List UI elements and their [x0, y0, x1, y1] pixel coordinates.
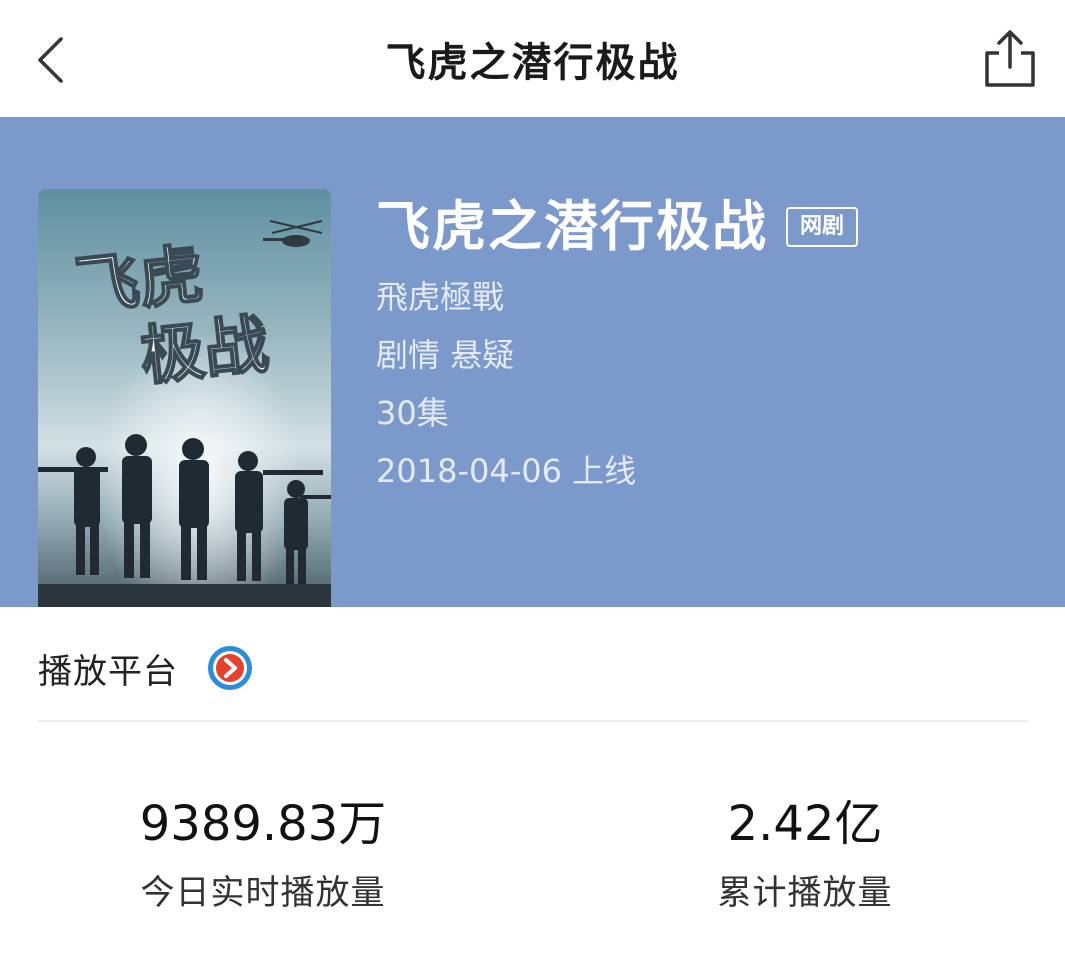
total-plays-value: 2.42亿	[727, 796, 883, 852]
alt-title: 飛虎極戰	[376, 278, 505, 316]
youku-play-icon[interactable]	[206, 644, 254, 692]
poster-title-line1: 飞虎	[72, 238, 207, 325]
poster-image[interactable]: 飞虎 极战	[38, 189, 331, 607]
top-nav-bar: 飞虎之潜行极战	[0, 0, 1065, 117]
share-button[interactable]	[976, 24, 1044, 94]
divider	[38, 720, 1028, 722]
release-date: 2018-04-06 上线	[376, 452, 637, 490]
drama-detail-page: 飞虎之潜行极战 飞虎 极战 飞虎之潜行极战 网剧 飛虎極戰 剧情 悬疑 30集 …	[0, 0, 1065, 973]
today-plays-value: 9389.83万	[139, 796, 387, 852]
total-plays-stat: 2.42亿 累计播放量	[615, 795, 995, 914]
type-tag: 网剧	[786, 207, 859, 247]
title-row: 飞虎之潜行极战 网剧	[376, 195, 1045, 259]
today-plays-stat: 9389.83万 今日实时播放量	[73, 795, 453, 914]
genres: 剧情 悬疑	[376, 336, 515, 374]
page-title: 飞虎之潜行极战	[385, 40, 680, 86]
platform-row: 播放平台	[38, 638, 1028, 698]
poster-art: 飞虎 极战	[38, 189, 331, 607]
drama-header: 飞虎 极战 飞虎之潜行极战 网剧 飛虎極戰 剧情 悬疑 30集 2018-04-…	[0, 117, 1065, 607]
episode-count: 30集	[376, 394, 449, 432]
today-plays-label: 今日实时播放量	[140, 873, 386, 913]
share-icon	[985, 30, 1035, 87]
drama-info: 飞虎之潜行极战 网剧 飛虎極戰 剧情 悬疑 30集 2018-04-06 上线	[376, 195, 1045, 491]
platform-label: 播放平台	[38, 651, 178, 692]
total-plays-label: 累计播放量	[717, 873, 893, 913]
drama-title: 飞虎之潜行极战	[376, 195, 768, 258]
poster-title-line2: 极战	[137, 308, 272, 395]
